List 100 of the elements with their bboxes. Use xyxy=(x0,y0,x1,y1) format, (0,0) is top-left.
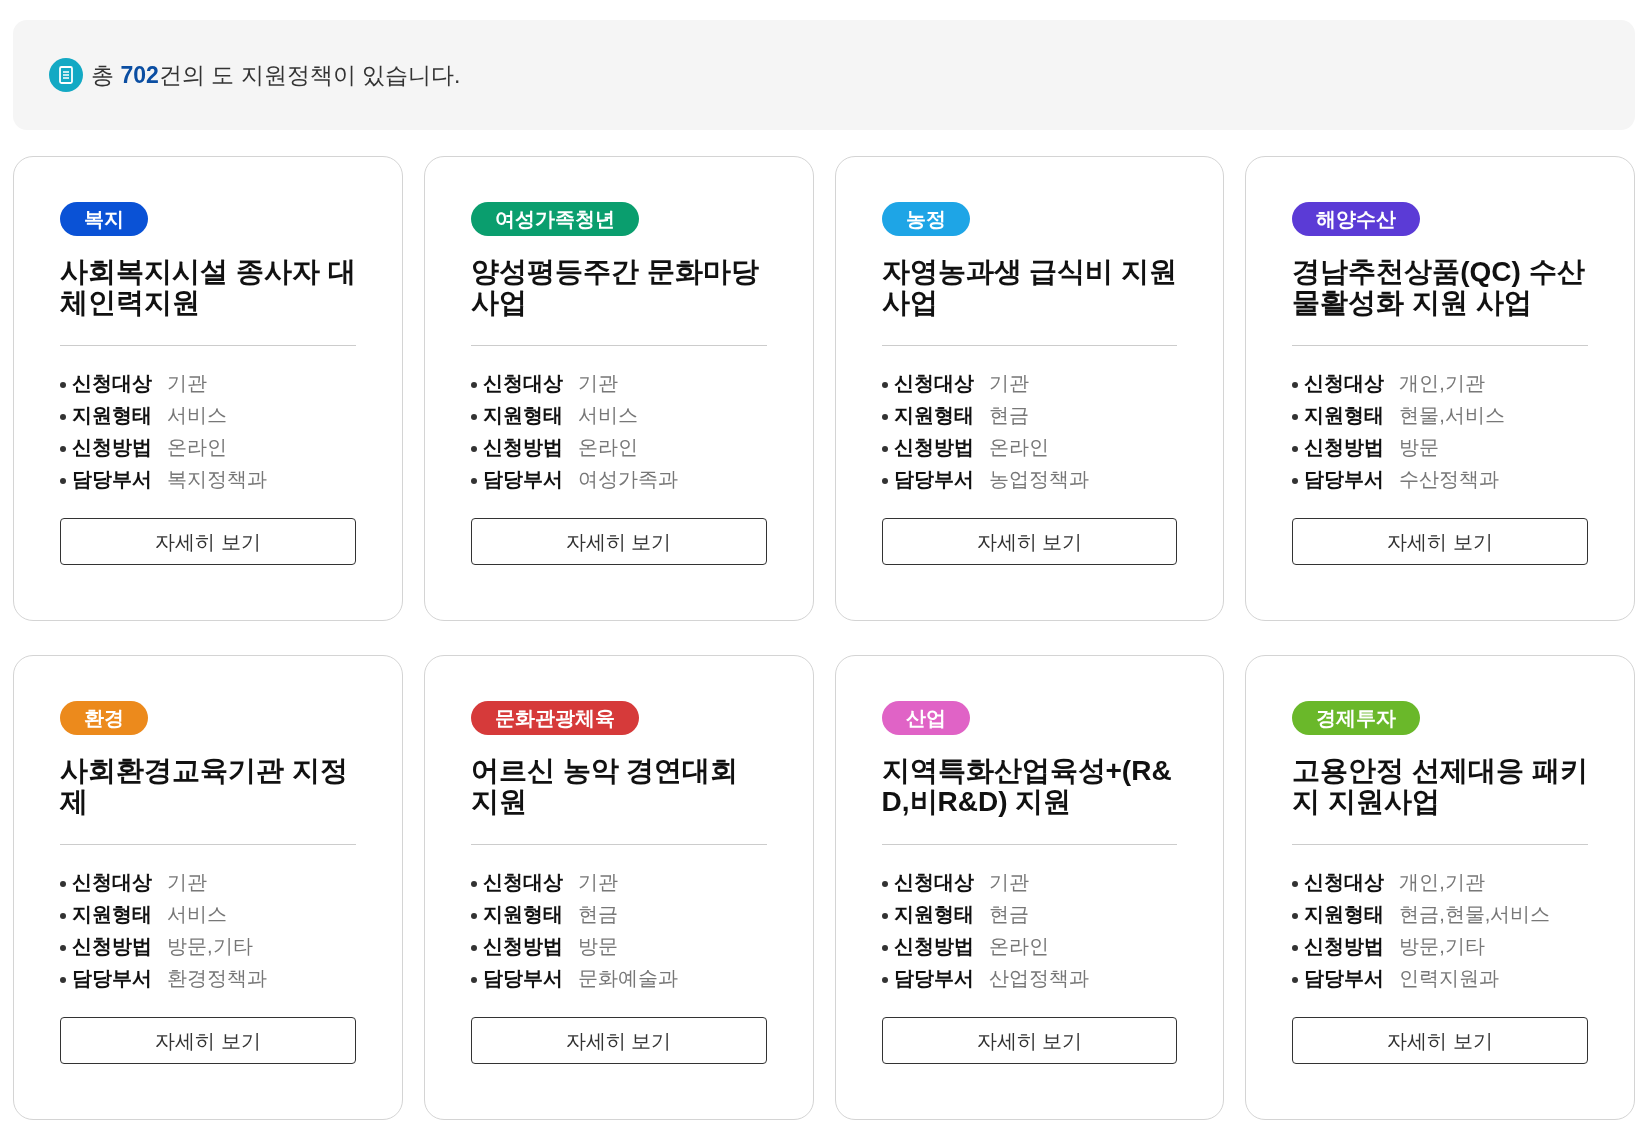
bullet-icon xyxy=(881,913,888,919)
field-value: 온라인 xyxy=(577,435,638,460)
bullet-icon xyxy=(60,446,66,452)
category-tag: 복지 xyxy=(60,202,148,236)
field-label: 담당부서 xyxy=(72,467,153,492)
bullet-icon xyxy=(470,446,477,452)
field-value: 개인,기관 xyxy=(1399,870,1485,895)
policy-title: 사회환경교육기관 지정제 xyxy=(60,755,349,817)
field-value: 현금,현물,서비스 xyxy=(1399,902,1551,927)
category-tag: 해양수산 xyxy=(1292,202,1421,236)
bullet-icon xyxy=(470,382,477,388)
field-label: 지원형태 xyxy=(1304,902,1386,927)
bullet-icon xyxy=(881,945,888,951)
field-value: 온라인 xyxy=(988,934,1049,959)
field-label: 신청방법 xyxy=(482,435,564,460)
field-label: 지원형태 xyxy=(72,403,153,428)
field-value: 농업정책과 xyxy=(988,467,1089,492)
bullet-icon xyxy=(470,478,477,484)
category-tag: 경제투자 xyxy=(1292,701,1421,735)
field-value: 여성가족과 xyxy=(577,467,678,492)
bullet-icon xyxy=(470,913,477,919)
field-label: 지원형태 xyxy=(482,902,564,927)
policy-title: 고용안정 선제대응 패키지 지원사업 xyxy=(1292,755,1588,817)
category-tag: 문화관광체육 xyxy=(470,701,639,735)
clipboard-icon xyxy=(49,58,83,92)
bullet-icon xyxy=(1292,382,1299,388)
field-label: 신청방법 xyxy=(482,934,564,959)
bullet-icon xyxy=(470,414,477,420)
field-value: 환경정책과 xyxy=(167,966,267,991)
field-value: 기관 xyxy=(988,371,1029,396)
field-label: 신청대상 xyxy=(1304,371,1386,396)
field-label: 담당부서 xyxy=(893,966,975,991)
category-tag: 환경 xyxy=(60,701,148,735)
bullet-icon xyxy=(60,913,66,919)
field-label: 신청대상 xyxy=(893,870,975,895)
field-value: 기관 xyxy=(167,870,207,895)
category-tag: 농정 xyxy=(881,202,970,236)
field-value: 기관 xyxy=(577,870,618,895)
field-label: 담당부서 xyxy=(72,966,153,991)
bullet-icon xyxy=(60,881,66,887)
field-value: 문화예술과 xyxy=(577,966,678,991)
details-button[interactable]: 자세히 보기 xyxy=(470,518,767,565)
bullet-icon xyxy=(470,977,477,983)
field-label: 지원형태 xyxy=(72,902,153,927)
field-label: 담당부서 xyxy=(1304,467,1386,492)
field-label: 신청대상 xyxy=(893,371,975,396)
field-label: 신청방법 xyxy=(1304,435,1386,460)
bullet-icon xyxy=(1292,478,1299,484)
field-value: 산업정책과 xyxy=(988,966,1089,991)
field-value: 기관 xyxy=(167,371,207,396)
details-button[interactable]: 자세히 보기 xyxy=(60,518,356,565)
field-value: 방문 xyxy=(1399,435,1440,460)
bullet-icon xyxy=(470,881,477,887)
bullet-icon xyxy=(1292,945,1299,951)
policy-title: 지역특화산업육성+(R&D,비R&D) 지원 xyxy=(881,755,1173,817)
bullet-icon xyxy=(881,478,888,484)
field-label: 지원형태 xyxy=(482,403,564,428)
bullet-icon xyxy=(881,382,888,388)
category-tag: 산업 xyxy=(881,701,970,735)
field-label: 신청대상 xyxy=(482,371,564,396)
field-label: 신청방법 xyxy=(893,435,975,460)
bullet-icon xyxy=(60,382,66,388)
field-value: 개인,기관 xyxy=(1399,371,1485,396)
bullet-icon xyxy=(1292,446,1299,452)
bullet-icon xyxy=(1292,913,1299,919)
field-value: 방문,기타 xyxy=(167,934,253,959)
field-label: 지원형태 xyxy=(893,403,975,428)
field-value: 현금 xyxy=(577,902,618,927)
field-label: 신청대상 xyxy=(72,371,153,396)
field-value: 서비스 xyxy=(167,403,227,428)
details-button[interactable]: 자세히 보기 xyxy=(1292,518,1588,565)
field-value: 온라인 xyxy=(167,435,227,460)
details-button[interactable]: 자세히 보기 xyxy=(470,1017,767,1064)
field-label: 지원형태 xyxy=(893,902,975,927)
details-button[interactable]: 자세히 보기 xyxy=(1292,1017,1588,1064)
bullet-icon xyxy=(881,446,888,452)
field-value: 기관 xyxy=(988,870,1029,895)
field-value: 서비스 xyxy=(167,902,227,927)
field-value: 서비스 xyxy=(577,403,638,428)
field-value: 온라인 xyxy=(988,435,1049,460)
field-label: 신청방법 xyxy=(1304,934,1386,959)
bullet-icon xyxy=(1292,881,1299,887)
field-label: 신청방법 xyxy=(893,934,975,959)
details-button[interactable]: 자세히 보기 xyxy=(60,1017,356,1064)
field-label: 신청대상 xyxy=(72,870,153,895)
field-label: 담당부서 xyxy=(482,966,564,991)
details-button[interactable]: 자세히 보기 xyxy=(881,1017,1178,1064)
field-value: 현금 xyxy=(988,902,1029,927)
field-label: 신청대상 xyxy=(1304,870,1386,895)
field-value: 복지정책과 xyxy=(167,467,267,492)
policy-title: 사회복지시설 종사자 대체인력지원 xyxy=(60,256,356,318)
bullet-icon xyxy=(60,478,66,484)
field-label: 지원형태 xyxy=(1304,403,1386,428)
field-value: 기관 xyxy=(577,371,618,396)
details-button[interactable]: 자세히 보기 xyxy=(881,518,1178,565)
policy-title: 자영농과생 급식비 지원 사업 xyxy=(881,256,1178,318)
policy-title: 양성평등주간 문화마당 사업 xyxy=(470,256,760,318)
field-value: 현물,서비스 xyxy=(1399,403,1505,428)
bullet-icon xyxy=(881,881,888,887)
bullet-icon xyxy=(470,945,477,951)
